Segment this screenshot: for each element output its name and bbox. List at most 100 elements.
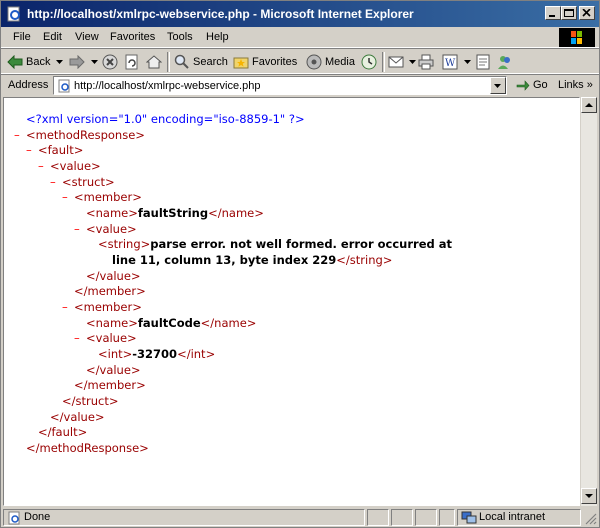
fault-close: </fault> [38, 425, 88, 439]
collapse-toggle[interactable]: – [62, 190, 68, 206]
menu-favorites[interactable]: Favorites [110, 31, 155, 43]
value-close: </value> [50, 410, 105, 424]
forward-button[interactable] [69, 53, 102, 71]
address-input[interactable]: http://localhost/xmlrpc-webservice.php [53, 76, 507, 95]
menu-view[interactable]: View [75, 31, 99, 43]
status-text: Done [24, 511, 51, 523]
collapse-toggle[interactable]: – [38, 159, 44, 175]
menu-tools[interactable]: Tools [167, 31, 193, 43]
messenger-icon [498, 56, 510, 69]
value-close: </value> [86, 363, 141, 377]
collapse-toggle[interactable]: – [26, 143, 32, 159]
faultstring-name: faultString [137, 206, 209, 220]
maximize-button[interactable] [561, 6, 577, 20]
scroll-up-button[interactable] [581, 97, 597, 113]
messenger-button[interactable] [497, 53, 516, 71]
methodresponse-close: </methodResponse> [26, 441, 149, 455]
favorites-label: Favorites [252, 56, 298, 68]
close-icon [582, 9, 591, 17]
security-zone-label: Local intranet [479, 511, 546, 523]
chevron-down-icon [56, 60, 64, 64]
menu-file[interactable]: File [13, 31, 31, 43]
links-button[interactable]: Links » [558, 79, 593, 91]
collapse-toggle[interactable]: – [50, 175, 56, 191]
address-dropdown-button[interactable] [490, 77, 506, 94]
mail-button[interactable] [388, 53, 420, 71]
security-zone-pane[interactable]: Local intranet [457, 509, 581, 526]
faultcode-value: -32700 [132, 347, 178, 361]
refresh-icon [125, 54, 138, 70]
minimize-icon [549, 15, 555, 17]
maximize-icon [564, 9, 574, 17]
resize-grip-icon[interactable] [585, 513, 597, 525]
scroll-down-button[interactable] [581, 488, 597, 504]
string-value-line-2: line 11, column 13, byte index 229</stri… [112, 253, 393, 267]
collapse-toggle[interactable]: – [74, 222, 80, 238]
address-label: Address [8, 79, 49, 91]
search-icon [174, 54, 189, 69]
edit-button[interactable]: W [442, 53, 475, 71]
discuss-button[interactable] [475, 53, 494, 71]
forward-arrow-icon [69, 55, 85, 69]
media-label: Media [325, 56, 355, 68]
menu-bar: File Edit View Favorites Tools Help [1, 27, 599, 48]
media-icon [306, 54, 322, 70]
fault-open: <fault> [38, 143, 84, 157]
svg-text:W: W [445, 58, 456, 69]
browser-window: http://localhost/xmlrpc-webservice.php -… [0, 0, 600, 528]
address-bar: Address http://localhost/xmlrpc-webservi… [1, 74, 599, 96]
standard-toolbar: Back Search Favorites Media W [1, 48, 599, 74]
back-label: Back [26, 56, 51, 68]
methodresponse-open: <methodResponse> [26, 128, 145, 142]
status-pane [391, 509, 413, 526]
struct-open: <struct> [62, 175, 115, 189]
status-pane [415, 509, 437, 526]
value-open: <value> [50, 159, 101, 173]
go-button[interactable]: Go [516, 79, 548, 91]
history-button[interactable] [361, 53, 380, 71]
value-open: <value> [86, 331, 137, 345]
search-button[interactable]: Search [174, 53, 228, 71]
media-button[interactable]: Media [306, 53, 355, 71]
chevron-down-icon [91, 60, 98, 64]
collapse-toggle[interactable]: – [14, 128, 20, 144]
stop-button[interactable] [102, 53, 121, 71]
history-icon [361, 54, 377, 70]
stop-icon [102, 54, 118, 70]
refresh-button[interactable] [124, 53, 143, 71]
windows-logo [559, 28, 595, 47]
local-intranet-icon [461, 511, 477, 524]
chevron-down-icon [464, 60, 471, 64]
faultstring-name-line: <name>faultString</name> [86, 206, 264, 220]
faultstring-value-cont: line 11, column 13, byte index 229 [112, 253, 337, 267]
ie-page-icon [7, 6, 20, 22]
page-done-icon [8, 511, 20, 525]
edit-icon: W [442, 54, 458, 70]
faultstring-value: parse error. not well formed. error occu… [150, 237, 452, 251]
page-content: <?xml version="1.0" encoding="iso-8859-1… [3, 97, 580, 506]
collapse-toggle[interactable]: – [62, 300, 68, 316]
favorites-button[interactable]: Favorites [233, 53, 297, 71]
member-open: <member> [74, 300, 142, 314]
title-bar[interactable]: http://localhost/xmlrpc-webservice.php -… [1, 1, 599, 27]
menu-help[interactable]: Help [206, 31, 229, 43]
menu-edit[interactable]: Edit [43, 31, 62, 43]
toolbar-separator [167, 52, 170, 72]
home-button[interactable] [146, 53, 165, 71]
go-arrow-icon [516, 80, 530, 91]
chevron-down-icon [585, 494, 593, 498]
back-arrow-icon [7, 55, 23, 69]
discuss-icon [476, 54, 490, 70]
back-button[interactable]: Back [7, 53, 67, 71]
collapse-toggle[interactable]: – [74, 331, 80, 347]
windows-flag-icon [571, 31, 582, 44]
close-button[interactable] [579, 6, 595, 20]
vertical-scrollbar[interactable] [580, 97, 597, 506]
member-close: </member> [74, 284, 146, 298]
minimize-button[interactable] [545, 6, 561, 20]
chevron-down-icon [409, 60, 416, 64]
print-button[interactable] [418, 53, 437, 71]
int-value-line: <int>-32700</int> [98, 347, 216, 361]
go-label: Go [533, 79, 548, 91]
search-label: Search [193, 56, 228, 68]
